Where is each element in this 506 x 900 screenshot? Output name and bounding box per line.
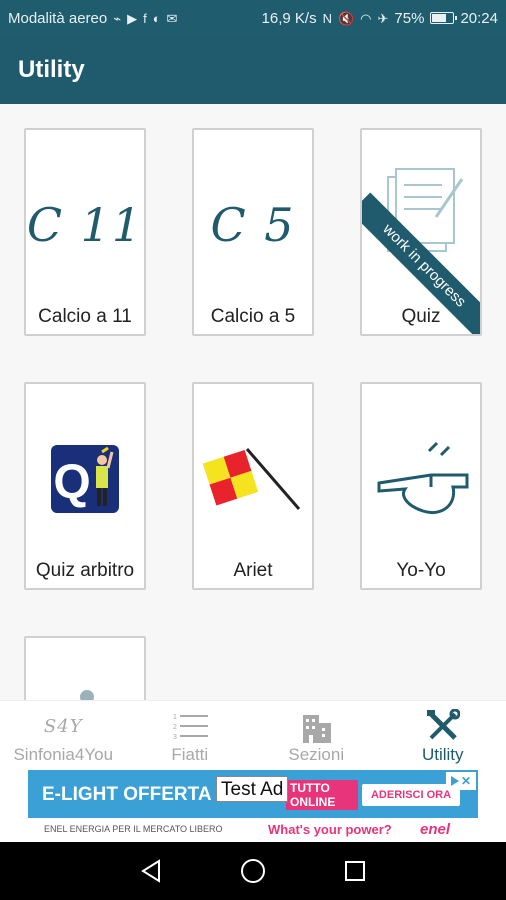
tile-quiz-arbitro[interactable]: Q Quiz arbitro (24, 382, 146, 590)
tile-partial[interactable] (24, 636, 146, 700)
usb-icon: ⌁ (113, 10, 122, 26)
clock: 20:24 (460, 9, 498, 27)
tile-yo-yo[interactable]: Yo-Yo (360, 382, 482, 590)
utility-grid[interactable]: C 11 Calcio a 11 C 5 Calcio a 5 Quiz wor… (0, 104, 506, 700)
whistle-icon (362, 424, 480, 534)
nav-label: Fiatti (171, 745, 209, 764)
tile-calcio-a-11[interactable]: C 11 Calcio a 11 (24, 128, 146, 336)
nav-label: Utility (421, 745, 464, 764)
play-store-icon: ▶ (127, 10, 138, 26)
tools-icon (426, 709, 460, 743)
wifi-icon: ◠ (360, 10, 372, 26)
tile-label: Yo-Yo (396, 560, 446, 581)
building-icon (299, 709, 333, 743)
recents-button[interactable] (335, 851, 375, 891)
nav-utility[interactable]: Utility (380, 701, 506, 768)
tile-label: Calcio a 5 (210, 306, 296, 327)
nfc-icon: N (322, 10, 332, 26)
back-icon (141, 859, 160, 883)
quiz-referee-icon: Q (26, 424, 144, 534)
ad-area: E-LIGHT OFFERTA LUCE TUTTO ONLINE ADERIS… (0, 768, 506, 842)
home-button[interactable] (233, 851, 273, 891)
ad-choices-play-icon (450, 776, 459, 786)
tile-calcio-a-5[interactable]: C 5 Calcio a 5 (192, 128, 314, 336)
network-speed: 16,9 K/s (261, 9, 317, 27)
nav-label: Sinfonia4You (13, 745, 114, 764)
system-navigation-bar (0, 842, 506, 900)
shazam-icon: ◐ (152, 10, 161, 26)
status-bar: Modalità aereo ⌁ ▶ f ◐ ✉ 16,9 K/s N 🔇 ◠ … (0, 0, 506, 36)
mute-icon: 🔇 (337, 10, 355, 26)
airplane-mode-text: Modalità aereo (8, 9, 108, 27)
ad-close-icon[interactable]: ✕ (461, 774, 471, 788)
app-bar: Utility (0, 36, 506, 104)
svg-text:1: 1 (173, 714, 177, 721)
c5-logo: C 5 (210, 198, 296, 252)
ad-cta-online[interactable]: TUTTO ONLINE (286, 780, 358, 810)
test-ad-label: Test Ad (216, 776, 289, 802)
home-icon (241, 859, 265, 883)
page-title: Utility (18, 56, 85, 83)
tile-label: Quiz arbitro (35, 560, 135, 581)
s4y-logo: S4Y (43, 715, 83, 737)
ad-tagline: What's your power? (268, 822, 392, 837)
ad-choices-icon[interactable]: ✕ (446, 772, 476, 790)
mail-icon: ✉ (166, 10, 178, 26)
checkered-flag-icon (194, 424, 312, 534)
bottom-navigation: S4Y Sinfonia4You 1 2 3 Fiatti Sezioni Ut… (0, 700, 506, 768)
battery-percent: 75% (394, 9, 425, 27)
numbered-list-icon: 1 2 3 (172, 709, 208, 743)
partial-icon (80, 690, 94, 700)
svg-text:3: 3 (173, 734, 177, 740)
nav-fiatti[interactable]: 1 2 3 Fiatti (127, 701, 254, 768)
tile-label: Calcio a 11 (38, 306, 132, 327)
tile-label: Ariet (233, 560, 273, 581)
battery-icon (430, 12, 458, 24)
c11-logo: C 11 (26, 198, 144, 252)
facebook-icon: f (143, 10, 147, 26)
ad-disclaimer: ENEL ENERGIA PER IL MERCATO LIBERO (44, 824, 223, 834)
airplane-icon: ✈ (377, 10, 389, 26)
recents-icon (345, 861, 365, 881)
tile-quiz[interactable]: Quiz work in progress (360, 128, 482, 336)
ad-banner[interactable]: E-LIGHT OFFERTA LUCE TUTTO ONLINE ADERIS… (28, 770, 478, 840)
nav-label: Sezioni (288, 745, 345, 764)
tile-ariet[interactable]: Ariet (192, 382, 314, 590)
nav-sinfonia4you[interactable]: S4Y Sinfonia4You (0, 701, 127, 768)
enel-logo: enel (420, 821, 451, 838)
nav-sezioni[interactable]: Sezioni (253, 701, 380, 768)
back-button[interactable] (131, 851, 171, 891)
svg-text:2: 2 (173, 724, 177, 731)
svg-text:Q: Q (53, 456, 90, 509)
battery-fill (432, 14, 446, 22)
